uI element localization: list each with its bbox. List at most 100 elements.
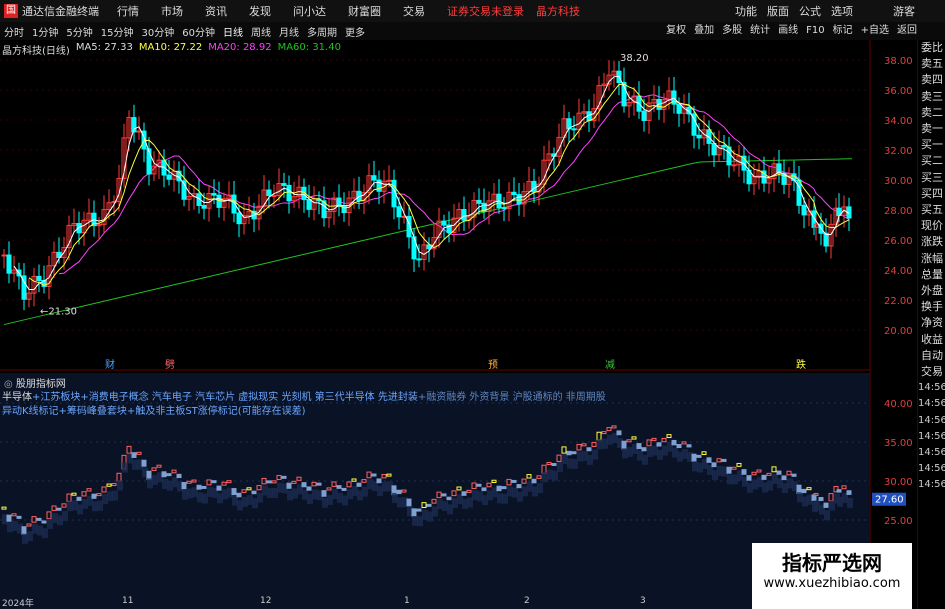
back-button[interactable]: 返回 bbox=[897, 22, 917, 40]
period-1min[interactable]: 1分钟 bbox=[32, 24, 58, 39]
indicator-candle bbox=[196, 484, 202, 490]
candle-body bbox=[211, 192, 217, 196]
indicator-candle bbox=[406, 498, 412, 507]
indicator-candle bbox=[281, 475, 287, 479]
price-tick: 26.00 bbox=[884, 236, 913, 247]
indicator-candle bbox=[691, 453, 697, 462]
indicator-candle bbox=[211, 480, 217, 484]
indicator-candle bbox=[686, 444, 692, 448]
indicator-candle bbox=[641, 447, 647, 452]
price-tick: 34.00 bbox=[884, 116, 913, 127]
menu-function[interactable]: 功能 bbox=[735, 3, 757, 19]
candle-body bbox=[731, 164, 737, 167]
candle-body bbox=[376, 179, 382, 192]
period-30min[interactable]: 30分钟 bbox=[141, 24, 174, 39]
period-timeshare[interactable]: 分时 bbox=[4, 24, 24, 39]
sidebar-label: 14:56 bbox=[918, 398, 945, 410]
menu-ask[interactable]: 问小达 bbox=[293, 3, 326, 19]
candle-body bbox=[371, 175, 377, 181]
indicator-candle bbox=[571, 451, 577, 455]
period-multi[interactable]: 多周期 bbox=[307, 24, 337, 39]
candle-body bbox=[136, 130, 142, 133]
menu-wealth[interactable]: 财富圈 bbox=[348, 3, 381, 19]
menu-market[interactable]: 市场 bbox=[161, 3, 183, 19]
indicator-candle bbox=[371, 473, 377, 477]
indicator-candle bbox=[566, 450, 572, 456]
kline-chart[interactable]: 38.00 36.00 34.00 32.00 30.00 28.00 26.00 24.00… bbox=[0, 40, 917, 609]
event-marker: 劈 bbox=[165, 358, 175, 371]
stock-name: 晶方科技 bbox=[536, 5, 580, 18]
indicator-candle bbox=[836, 489, 842, 493]
concept-head: 半导体 bbox=[2, 392, 32, 403]
ma10-value: MA10: 27.22 bbox=[138, 42, 203, 53]
draw-button[interactable]: 画线 bbox=[778, 22, 798, 40]
period-5min[interactable]: 5分钟 bbox=[66, 24, 92, 39]
indicator-candle bbox=[251, 490, 257, 495]
restore-rights-button[interactable]: 复权 bbox=[666, 22, 686, 40]
indicator-candle bbox=[176, 473, 182, 479]
indicator-candle bbox=[586, 447, 592, 452]
mark-button[interactable]: 标记 bbox=[833, 22, 853, 40]
login-notice[interactable]: 证券交易未登录 bbox=[447, 3, 524, 19]
title-bar: 国 通达信金融终端 行情 市场 资讯 发现 问小达 财富圈 交易 证券交易未登录… bbox=[0, 0, 945, 22]
indicator-candle bbox=[426, 503, 432, 507]
candle-body bbox=[501, 207, 507, 210]
period-60min[interactable]: 60分钟 bbox=[182, 24, 215, 39]
menu-options[interactable]: 选项 bbox=[831, 3, 853, 19]
indicator-candle bbox=[376, 478, 382, 484]
date-label: 11 bbox=[122, 596, 134, 606]
indicator-candle bbox=[761, 474, 767, 480]
period-daily[interactable]: 日线 bbox=[223, 24, 243, 39]
indicator-candle bbox=[286, 482, 292, 489]
menu-trade[interactable]: 交易 bbox=[403, 3, 425, 19]
sidebar-label: 净资 bbox=[921, 316, 943, 330]
price-tick: 20.00 bbox=[884, 326, 913, 337]
overlay-button[interactable]: 叠加 bbox=[694, 22, 714, 40]
multi-stock-button[interactable]: 多股 bbox=[722, 22, 742, 40]
menu-formula[interactable]: 公式 bbox=[799, 3, 821, 19]
chip-block bbox=[592, 449, 598, 460]
price-tick: 32.00 bbox=[884, 146, 913, 157]
candle-body bbox=[271, 195, 277, 198]
period-15min[interactable]: 15分钟 bbox=[101, 24, 134, 39]
candle-body bbox=[461, 209, 467, 221]
price-tick: 22.00 bbox=[884, 296, 913, 307]
menu-layout[interactable]: 版面 bbox=[767, 3, 789, 19]
price-tick: 36.00 bbox=[884, 86, 913, 97]
indicator-candle bbox=[306, 486, 312, 491]
period-weekly[interactable]: 周线 bbox=[251, 24, 271, 39]
sidebar-label: 卖五 bbox=[921, 57, 943, 71]
chip-block bbox=[112, 490, 118, 501]
sidebar-label: 卖一 bbox=[921, 122, 943, 136]
sidebar-label: 委比 bbox=[921, 41, 943, 54]
sidebar-label: 收益 bbox=[921, 332, 943, 346]
period-monthly[interactable]: 月线 bbox=[279, 24, 299, 39]
menu-news[interactable]: 资讯 bbox=[205, 3, 227, 19]
period-more[interactable]: 更多 bbox=[345, 24, 365, 39]
indicator-candle bbox=[496, 485, 502, 492]
candle-body bbox=[306, 199, 312, 210]
candle-body bbox=[801, 204, 807, 216]
chip-block bbox=[847, 497, 853, 508]
ma-legend: 晶方科技(日线) MA5: 27.33 MA10: 27.22 MA20: 28… bbox=[2, 42, 347, 57]
f10-button[interactable]: F10 bbox=[806, 22, 824, 40]
stats-button[interactable]: 统计 bbox=[750, 22, 770, 40]
indicator-candle bbox=[146, 470, 152, 481]
candle-body bbox=[516, 194, 522, 205]
add-favorite-button[interactable]: +自选 bbox=[861, 22, 889, 40]
period-toolbar: 分时 1分钟 5分钟 15分钟 30分钟 60分钟 日线 周线 月线 多周期 更… bbox=[0, 22, 945, 41]
sidebar-label: 买三 bbox=[921, 170, 943, 184]
indicator-tick: 40.00 bbox=[884, 399, 913, 410]
ma20-value: MA20: 28.92 bbox=[208, 42, 272, 53]
indicator-tick: 35.00 bbox=[884, 438, 913, 449]
candle-body bbox=[166, 174, 172, 180]
chip-block bbox=[122, 462, 128, 473]
guest-label[interactable]: 游客 bbox=[893, 3, 915, 19]
indicator-candle bbox=[531, 478, 537, 484]
ma60-value: MA60: 31.40 bbox=[277, 42, 341, 53]
indicator-candle bbox=[336, 485, 342, 489]
menu-quotes[interactable]: 行情 bbox=[117, 3, 139, 19]
menu-discover[interactable]: 发现 bbox=[249, 3, 271, 19]
date-label: 3 bbox=[640, 596, 646, 606]
concept-tail: +融资融券 外资背景 沪股通标的 非周期股 bbox=[417, 392, 606, 403]
